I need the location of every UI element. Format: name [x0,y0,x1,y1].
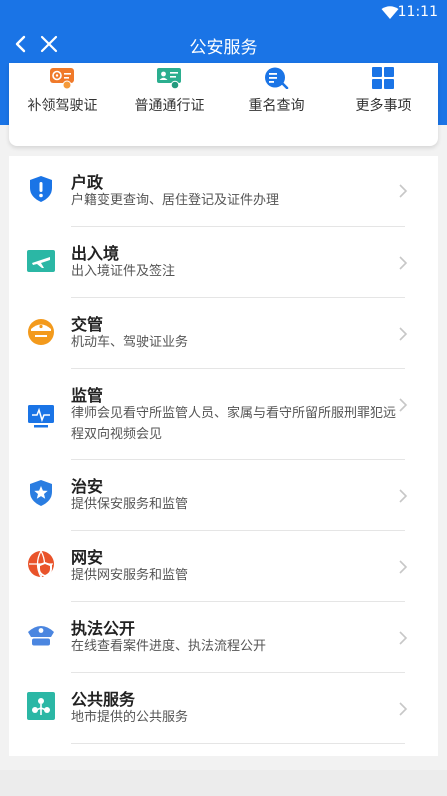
page-title: 公安服务 [189,38,258,58]
service-item-traffic[interactable]: 交管 机动车、驾驶证业务 [9,298,438,369]
quick-action-label: 重名查询 [248,98,305,114]
service-item-household[interactable]: 户政 户籍变更查询、居住登记及证件办理 [9,156,438,227]
quick-action-pass-card[interactable]: 普通通行证 [116,63,223,123]
service-item-public-security[interactable]: 治安 提供保安服务和监管 [9,460,438,531]
quick-action-more[interactable]: 更多事项 [330,63,437,123]
chevron-right-icon [398,255,408,270]
service-subtitle: 提供保安服务和监管 [71,497,189,512]
service-subtitle: 地市提供的公共服务 [71,710,189,725]
divider [71,743,405,744]
chevron-right-icon [398,183,408,198]
quick-action-label: 普通通行证 [134,98,205,114]
service-item-law-enforcement[interactable]: 执法公开 在线查看案件进度、执法流程公开 [9,602,438,673]
status-bar: 11:11 [0,0,447,25]
nav-bar: 公安服务 [0,25,447,65]
service-subtitle: 在线查看案件进度、执法流程公开 [71,639,267,654]
network-security-icon [26,549,56,579]
police-cap-icon [26,620,56,650]
service-subtitle: 户籍变更查询、居住登记及证件办理 [71,193,280,208]
quick-action-label: 更多事项 [355,98,412,114]
name-search-icon [263,67,289,90]
service-item-exit-entry[interactable]: 出入境 出入境证件及签注 [9,227,438,298]
service-list: 户政 户籍变更查询、居住登记及证件办理 出入境 出入境证件及签注 交管 机动车、… [9,156,438,756]
status-time: 11:11 [397,4,438,20]
chevron-right-icon [398,488,408,503]
chevron-right-icon [398,397,408,412]
driver-license-icon [49,67,75,90]
chevron-right-icon [398,326,408,341]
chevron-right-icon [398,559,408,574]
service-item-supervision[interactable]: 监管 律师会见看守所监管人员、家属与看守所留所服刑罪犯远程双向视频会见 [9,369,438,460]
service-subtitle: 机动车、驾驶证业务 [71,335,189,350]
service-subtitle: 出入境证件及签注 [71,264,176,279]
chevron-right-icon [398,630,408,645]
public-service-icon [26,691,56,721]
quick-action-replace-license[interactable]: 补领驾驶证 [9,63,116,123]
pass-card-icon [156,67,182,90]
bottom-strip [0,770,447,796]
chevron-right-icon [398,701,408,716]
traffic-police-icon [26,317,56,347]
quick-action-name-search[interactable]: 重名查询 [223,63,330,123]
airplane-icon [26,246,56,276]
service-subtitle: 律师会见看守所监管人员、家属与看守所留所服刑罪犯远程双向视频会见 [71,406,397,442]
monitor-icon [26,401,56,431]
grid-more-icon [370,67,396,89]
service-item-network-security[interactable]: 网安 提供网安服务和监管 [9,531,438,602]
quick-action-label: 补领驾驶证 [27,98,98,114]
service-subtitle: 提供网安服务和监管 [71,568,189,583]
quick-actions-card: 补领驾驶证 普通通行证 重名查询 更多事项 [9,63,438,146]
wifi-icon [381,5,399,24]
service-item-public-service[interactable]: 公共服务 地市提供的公共服务 [9,673,438,744]
shield-alert-icon [26,174,56,204]
star-shield-icon [26,478,56,508]
